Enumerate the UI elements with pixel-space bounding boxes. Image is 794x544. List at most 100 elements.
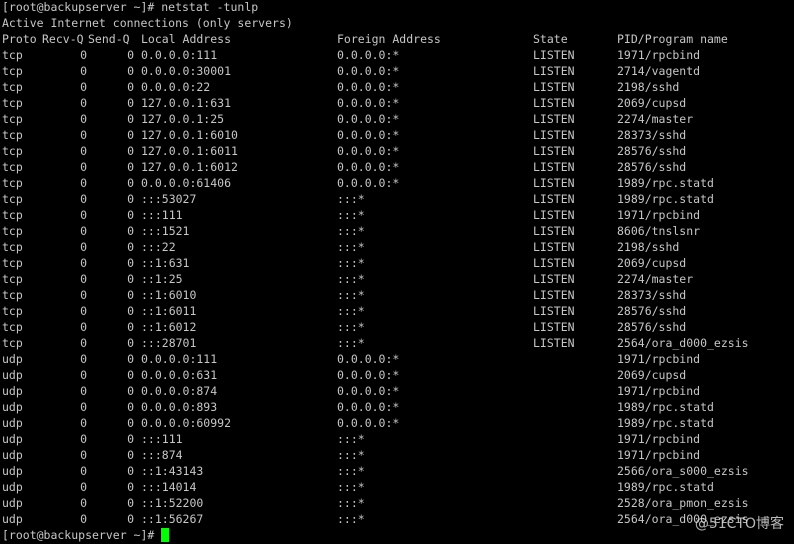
cell-recv-q: 0 (80, 512, 87, 526)
cell-send-q: 0 (127, 224, 134, 238)
table-row: tcp 0 0:::28701:::* LISTEN 2564/ora_d000_ezs… (2, 335, 792, 351)
cell-foreign-address: :::* (337, 320, 365, 334)
cell-pid-program: 28576/sshd (617, 304, 687, 318)
cell-proto: tcp (2, 336, 23, 350)
cell-state: LISTEN (533, 112, 575, 126)
cell-proto: tcp (2, 192, 23, 206)
table-row: tcp 0 0 127.0.0.1:631 0.0.0.0:* LISTEN 2069/cu… (2, 95, 792, 111)
header-foreign-address: Foreign Address (337, 32, 441, 46)
cell-state: LISTEN (533, 240, 575, 254)
table-row: udp 0 0:::111:::* 1971/rpcbind (2, 431, 792, 447)
cell-proto: udp (2, 352, 23, 366)
cell-pid-program: 28373/sshd (617, 128, 687, 142)
cell-state: LISTEN (533, 144, 575, 158)
cell-foreign-address: :::* (337, 496, 365, 510)
cell-send-q: 0 (127, 352, 134, 366)
cell-proto: tcp (2, 256, 23, 270)
cell-send-q: 0 (127, 192, 134, 206)
cell-proto: tcp (2, 48, 23, 62)
table-row: tcp 0 0:::111:::* LISTEN 1971/rpcbind (2, 207, 792, 223)
header-state: State (533, 32, 568, 46)
cell-foreign-address: 0.0.0.0:* (337, 112, 400, 126)
cell-state: LISTEN (533, 96, 575, 110)
cell-local-address: ::1:56267 (141, 512, 204, 526)
terminal-window[interactable]: [root@backupserver ~]# netstat -tunlp Ac… (0, 0, 794, 544)
cell-local-address: :::874 (141, 448, 183, 462)
cell-state: LISTEN (533, 336, 575, 350)
cell-send-q: 0 (127, 384, 134, 398)
cell-proto: tcp (2, 144, 23, 158)
cell-send-q: 0 (127, 176, 134, 190)
table-row: tcp 0 0::1:25:::* LISTEN 2274/master (2, 271, 792, 287)
table-row: udp 0 0 0.0.0.0:60992 0.0.0.0:* 1989/rpc.stat… (2, 415, 792, 431)
cell-local-address: :::111 (141, 432, 183, 446)
cell-local-address: 0.0.0.0:893 (141, 400, 218, 414)
cell-pid-program: 1989/rpc.statd (617, 480, 714, 494)
table-row: tcp 0 0::1:6011:::* LISTEN 28576/sshd (2, 303, 792, 319)
cell-send-q: 0 (127, 320, 134, 334)
cell-proto: tcp (2, 160, 23, 174)
cell-recv-q: 0 (80, 240, 87, 254)
cell-recv-q: 0 (80, 480, 87, 494)
cell-send-q: 0 (127, 480, 134, 494)
cell-local-address: 127.0.0.1:631 (141, 96, 232, 110)
cell-recv-q: 0 (80, 128, 87, 142)
cell-foreign-address: 0.0.0.0:* (337, 368, 400, 382)
cell-local-address: :::14014 (141, 480, 197, 494)
cell-local-address: 127.0.0.1:6011 (141, 144, 238, 158)
cell-foreign-address: 0.0.0.0:* (337, 64, 400, 78)
cell-proto: udp (2, 496, 23, 510)
cell-foreign-address: :::* (337, 432, 365, 446)
cell-local-address: :::28701 (141, 336, 197, 350)
cell-send-q: 0 (127, 464, 134, 478)
cell-local-address: 127.0.0.1:25 (141, 112, 225, 126)
cell-local-address: 0.0.0.0:631 (141, 368, 218, 382)
cell-recv-q: 0 (80, 96, 87, 110)
cell-recv-q: 0 (80, 192, 87, 206)
cell-pid-program: 2714/vagentd (617, 64, 701, 78)
cell-foreign-address: :::* (337, 256, 365, 270)
cell-pid-program: 2198/sshd (617, 240, 680, 254)
cell-state: LISTEN (533, 192, 575, 206)
cell-recv-q: 0 (80, 80, 87, 94)
cell-recv-q: 0 (80, 352, 87, 366)
cell-recv-q: 0 (80, 464, 87, 478)
table-row: tcp 0 0 127.0.0.1:6012 0.0.0.0:* LISTEN 28576/… (2, 159, 792, 175)
cell-recv-q: 0 (80, 160, 87, 174)
shell-prompt[interactable]: [root@backupserver ~]# (2, 527, 170, 543)
cell-local-address: ::1:6012 (141, 320, 197, 334)
cell-recv-q: 0 (80, 64, 87, 78)
cell-send-q: 0 (127, 48, 134, 62)
cell-recv-q: 0 (80, 144, 87, 158)
cell-recv-q: 0 (80, 224, 87, 238)
cell-foreign-address: 0.0.0.0:* (337, 160, 400, 174)
cell-state: LISTEN (533, 208, 575, 222)
header-local-address: Local Address (141, 32, 232, 46)
cell-foreign-address: :::* (337, 480, 365, 494)
cell-local-address: ::1:25 (141, 272, 183, 286)
cell-proto: tcp (2, 96, 23, 110)
table-row: udp 0 0:::874:::* 1971/rpcbind (2, 447, 792, 463)
cell-state: LISTEN (533, 304, 575, 318)
table-row: udp 0 0 0.0.0.0:631 0.0.0.0:* 2069/cupsd (2, 367, 792, 383)
cell-foreign-address: :::* (337, 224, 365, 238)
cell-send-q: 0 (127, 208, 134, 222)
cell-foreign-address: :::* (337, 336, 365, 350)
cell-state: LISTEN (533, 288, 575, 302)
cell-local-address: ::1:52200 (141, 496, 204, 510)
table-row: tcp 0 0 127.0.0.1:25 0.0.0.0:* LISTEN 2274/mas… (2, 111, 792, 127)
cell-pid-program: 1989/rpc.statd (617, 192, 714, 206)
cell-send-q: 0 (127, 432, 134, 446)
cell-recv-q: 0 (80, 496, 87, 510)
cell-pid-program: 28576/sshd (617, 320, 687, 334)
cell-state: LISTEN (533, 176, 575, 190)
cell-local-address: :::1521 (141, 224, 190, 238)
table-row: udp 0 0 0.0.0.0:893 0.0.0.0:* 1989/rpc.statd (2, 399, 792, 415)
cell-proto: tcp (2, 208, 23, 222)
table-row: udp 0 0 0.0.0.0:111 0.0.0.0:* 1971/rpcbind (2, 351, 792, 367)
cell-pid-program: 28576/sshd (617, 144, 687, 158)
cell-recv-q: 0 (80, 272, 87, 286)
cell-send-q: 0 (127, 80, 134, 94)
cell-state: LISTEN (533, 80, 575, 94)
cell-pid-program: 2198/sshd (617, 80, 680, 94)
